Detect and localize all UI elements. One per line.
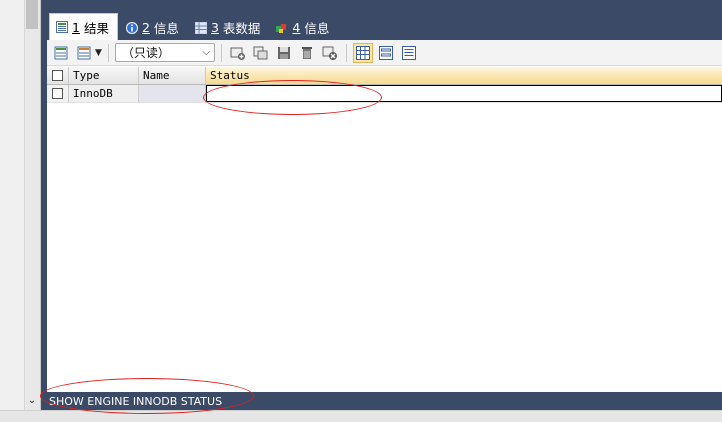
save-button[interactable] [274, 43, 294, 63]
table-row[interactable]: InnoDB [47, 85, 722, 103]
form-view-button[interactable] [376, 43, 396, 63]
text-view-icon [401, 45, 416, 60]
info-flag-icon [276, 23, 287, 33]
column-header-name[interactable]: Name [139, 67, 206, 84]
info-icon [125, 21, 138, 34]
column-header-type[interactable]: Type [69, 67, 139, 84]
import-dropdown-button[interactable] [74, 43, 94, 63]
toolbar-separator [220, 43, 222, 62]
grid-view-icon [355, 45, 370, 60]
select-all-checkbox-cell[interactable] [47, 67, 69, 84]
tab-number: 3 [210, 20, 219, 35]
export-grid-button[interactable] [51, 43, 71, 63]
tab-label: 结果 [83, 20, 109, 36]
tab-number: 1 [72, 19, 80, 35]
toolbar-separator [107, 43, 109, 62]
row-checkbox[interactable] [52, 88, 63, 99]
left-scrollbar-track[interactable] [24, 0, 40, 410]
readonly-select-value: （只读） [121, 46, 170, 60]
tab-table-data[interactable]: 3 表数据 [189, 15, 268, 40]
delete-button[interactable] [297, 43, 317, 63]
results-panel: 1 结果 2 信息 3 表数据 4 信息 ▼ （只读） ⌵ Type Name … [47, 0, 722, 410]
import-dropdown-icon [77, 46, 91, 59]
result-grid: Type Name Status InnoDB [47, 67, 722, 103]
tab-info-2[interactable]: 4 信息 [270, 15, 337, 40]
duplicate-row-button[interactable] [251, 43, 271, 63]
tab-result[interactable]: 1 结果 [49, 13, 118, 40]
app-window: ⌄ 1 结果 2 信息 3 表数据 4 信息 ▼ （只读） ⌵ Type Nam… [0, 0, 722, 422]
chevron-down-icon: ⌵ [202, 47, 210, 58]
cancel-icon [322, 46, 337, 60]
form-view-icon [378, 45, 393, 60]
toolbar-separator [345, 43, 347, 62]
grid-view-button[interactable] [352, 42, 373, 63]
cancel-button[interactable] [320, 43, 340, 63]
grid-header: Type Name Status [47, 67, 722, 85]
annotation-ellipse-status [203, 80, 382, 115]
add-row-button[interactable] [228, 43, 248, 63]
save-icon [277, 46, 290, 59]
left-scrollbar-thumb[interactable] [26, 0, 38, 29]
panel-top-band [47, 0, 722, 13]
table-data-icon [194, 21, 207, 34]
scroll-down-icon[interactable]: ⌄ [24, 394, 40, 408]
tab-label: 信息 [153, 21, 179, 36]
select-all-checkbox[interactable] [52, 70, 63, 81]
chevron-down-icon[interactable]: ▼ [95, 48, 102, 58]
result-toolbar: ▼ （只读） ⌵ [47, 40, 722, 66]
cell-type[interactable]: InnoDB [69, 85, 139, 102]
readonly-select[interactable]: （只读） ⌵ [114, 43, 215, 62]
tab-label: 表数据 [222, 21, 261, 36]
add-row-icon [230, 47, 245, 60]
delete-icon [301, 46, 312, 59]
tab-number: 4 [292, 20, 301, 35]
tab-info[interactable]: 2 信息 [120, 15, 187, 40]
tab-number: 2 [141, 20, 150, 35]
text-view-button[interactable] [399, 43, 419, 63]
annotation-ellipse-query [40, 378, 254, 414]
duplicate-row-icon [253, 46, 268, 59]
result-tabs: 1 结果 2 信息 3 表数据 4 信息 [47, 13, 722, 40]
tab-label: 信息 [304, 21, 330, 36]
export-grid-icon [54, 46, 68, 59]
cell-name[interactable] [139, 85, 206, 102]
row-checkbox-cell[interactable] [47, 85, 69, 102]
result-grid-icon [56, 21, 68, 33]
